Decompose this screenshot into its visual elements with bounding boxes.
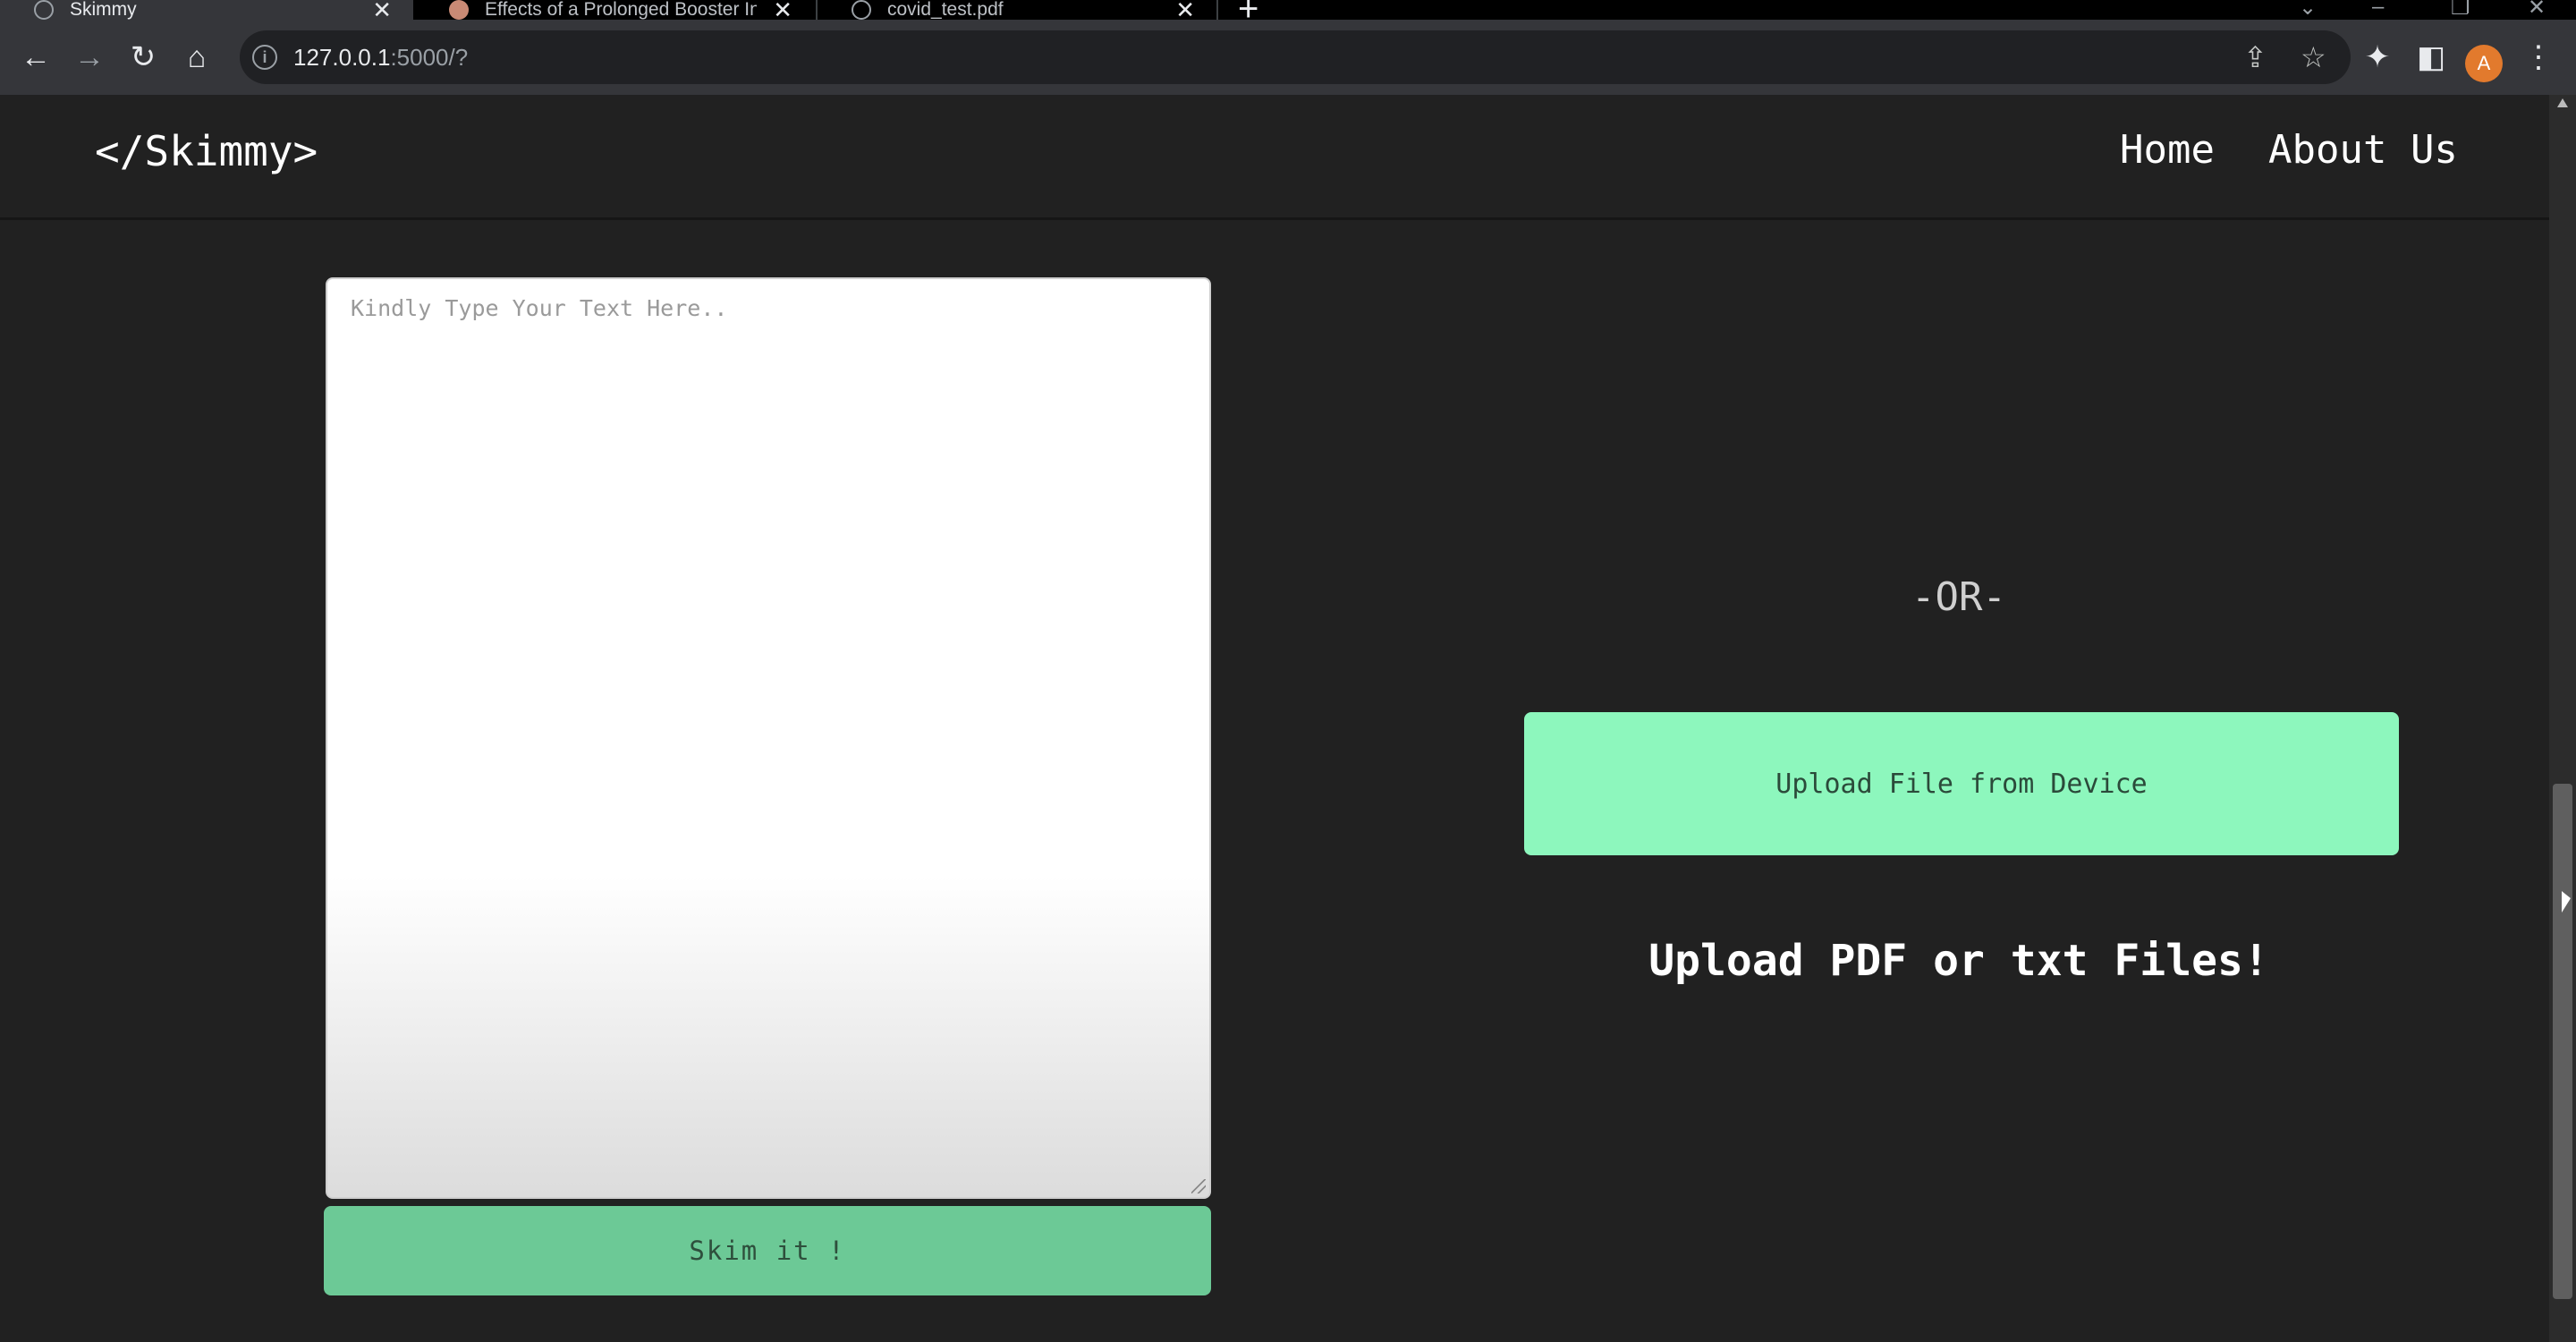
globe-icon [34, 0, 54, 20]
page-scrollbar[interactable] [2549, 95, 2576, 1342]
scrollbar-thumb[interactable] [2553, 784, 2572, 1299]
forward-arrow-icon[interactable]: → [64, 32, 114, 82]
globe-icon [852, 0, 871, 20]
url-path: :5000/? [390, 43, 469, 71]
page-viewport: </Skimmy> Home About Us Skim it ! -OR- U… [0, 95, 2549, 1342]
tab-search-icon[interactable]: ⌄ [2299, 0, 2317, 21]
scroll-up-arrow-icon[interactable] [2557, 98, 2568, 107]
favicon-image [449, 0, 469, 20]
tab-title: covid_test.pdf [887, 0, 1004, 20]
tab-title: Skimmy [70, 0, 137, 20]
mouse-cursor-icon [2562, 891, 2571, 913]
upload-file-button[interactable]: Upload File from Device [1524, 712, 2399, 855]
tab-skimmy[interactable]: Skimmy ✕ [0, 0, 413, 23]
share-icon[interactable]: ⇪ [2243, 30, 2267, 84]
back-arrow-icon[interactable]: ← [11, 32, 61, 82]
skim-button[interactable]: Skim it ! [324, 1206, 1211, 1295]
tab-covid-test-pdf[interactable]: covid_test.pdf ✕ [818, 0, 1216, 23]
tab-effects-booster[interactable]: Effects of a Prolonged Booster In ✕ [415, 0, 814, 23]
upload-hint-text: Upload PDF or txt Files! [1648, 936, 2269, 986]
restore-icon[interactable]: ❐ [2451, 0, 2470, 21]
brand-logo[interactable]: </Skimmy> [95, 127, 318, 175]
resize-handle-icon[interactable] [1191, 1179, 1206, 1193]
reload-icon[interactable]: ↻ [118, 32, 168, 82]
extensions-puzzle-icon[interactable]: ✦ [2352, 32, 2402, 82]
minimize-icon[interactable]: – [2372, 0, 2384, 20]
more-menu-icon[interactable]: ⋮ [2513, 32, 2563, 82]
side-panel-icon[interactable]: ◧ [2406, 32, 2456, 82]
nav-about-link[interactable]: About Us [2268, 127, 2458, 173]
address-bar[interactable]: i 127.0.0.1:5000/? ⇪ ☆ [240, 30, 2351, 84]
info-icon[interactable]: i [252, 45, 277, 70]
home-icon[interactable]: ⌂ [172, 32, 222, 82]
browser-tab-strip: Skimmy ✕ Effects of a Prolonged Booster … [0, 0, 2576, 27]
window-close-icon[interactable]: ✕ [2528, 0, 2546, 21]
bookmark-star-icon[interactable]: ☆ [2301, 30, 2326, 84]
url-text: 127.0.0.1:5000/? [293, 44, 468, 72]
text-input-container [326, 277, 1211, 1199]
tab-title: Effects of a Prolonged Booster In [485, 0, 758, 20]
or-divider-text: -OR- [1911, 574, 2006, 620]
profile-avatar[interactable]: A [2465, 45, 2503, 82]
browser-toolbar: ← → ↻ ⌂ i 127.0.0.1:5000/? ⇪ ☆ ✦ ◧ ⋮ [0, 20, 2576, 95]
nav-home-link[interactable]: Home [2120, 127, 2215, 173]
url-host: 127.0.0.1 [293, 43, 391, 71]
tab-divider [1216, 0, 1218, 20]
site-navbar: </Skimmy> Home About Us [0, 95, 2549, 220]
text-input-area[interactable] [327, 279, 1209, 1197]
